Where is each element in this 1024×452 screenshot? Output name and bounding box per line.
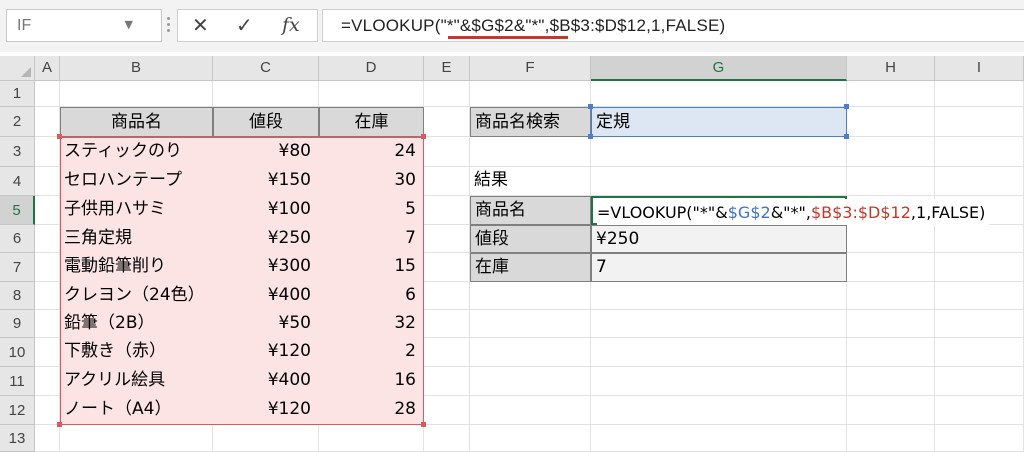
formula-text: =VLOOKUP("*"&$G$2&"*",$B$3:$D$12,1,FALSE… <box>341 16 725 36</box>
product-name-cell[interactable]: 電動鉛筆削り <box>60 253 213 282</box>
table-header-stock[interactable]: 在庫 <box>319 107 424 137</box>
editing-formula-text: =VLOOKUP("*"&$G$2&"*",$B$3:$D$12,1,FALSE… <box>597 199 990 226</box>
product-name-cell[interactable]: 鉛筆（2B） <box>60 310 213 338</box>
product-stock-cell[interactable]: 24 <box>319 137 424 167</box>
search-value-cell[interactable]: 定規 <box>591 107 847 137</box>
product-stock-cell[interactable]: 30 <box>319 167 424 196</box>
result-stock-value[interactable]: 7 <box>591 253 847 282</box>
column-header-i[interactable]: I <box>935 56 1024 81</box>
formula-part: =VLOOKUP( <box>341 16 441 35</box>
editing-formula-cell[interactable]: =VLOOKUP("*"&$G$2&"*",$B$3:$D$12,1,FALSE… <box>591 196 990 226</box>
worksheet-grid: ABCDEFGHI 1 2 3 4 5 6 7 8 9 10 11 12 13 商品名 値段 在庫 スティック… <box>0 56 1024 452</box>
row-header-8[interactable]: 8 <box>0 282 35 310</box>
product-price-cell[interactable]: ¥120 <box>213 338 319 367</box>
table-header-name[interactable]: 商品名 <box>60 107 213 137</box>
formula-part: ,$B$3:$D$12,1,FALSE) <box>544 16 726 35</box>
row-header-12[interactable]: 12 <box>0 396 35 425</box>
product-price-cell[interactable]: ¥100 <box>213 196 319 225</box>
result-price-value[interactable]: ¥250 <box>591 225 847 253</box>
product-price-cell[interactable]: ¥120 <box>213 396 319 425</box>
reference-resize-handle[interactable] <box>588 104 593 109</box>
formula-part: &$G$2& <box>459 16 526 35</box>
product-price-cell[interactable]: ¥150 <box>213 167 319 196</box>
product-stock-cell[interactable]: 28 <box>319 396 424 425</box>
search-label-cell[interactable]: 商品名検索 <box>470 107 591 137</box>
range-resize-handle[interactable] <box>57 134 62 139</box>
row-header-10[interactable]: 10 <box>0 338 35 367</box>
product-stock-cell[interactable]: 15 <box>319 253 424 282</box>
product-name-cell[interactable]: クレヨン（24色） <box>60 282 213 310</box>
column-header-b[interactable]: B <box>60 56 213 81</box>
formula-part: "*" <box>440 16 460 35</box>
row-header-7[interactable]: 7 <box>0 253 35 282</box>
product-name-cell[interactable]: アクリル絵具 <box>60 367 213 396</box>
column-header-a[interactable]: A <box>35 56 60 81</box>
product-price-cell[interactable]: ¥400 <box>213 282 319 310</box>
row-header-4[interactable]: 4 <box>0 167 35 196</box>
highlight-underline <box>448 36 568 39</box>
row-header-2[interactable]: 2 <box>0 107 35 137</box>
column-header-g[interactable]: G <box>591 56 847 81</box>
enter-icon[interactable]: ✓ <box>236 13 253 37</box>
row-header-1[interactable]: 1 <box>0 81 35 107</box>
range-resize-handle[interactable] <box>421 422 426 427</box>
formula-token: ,1,FALSE) <box>910 203 986 222</box>
formula-part: "*" <box>525 16 545 35</box>
row-header-3[interactable]: 3 <box>0 137 35 167</box>
product-name-cell[interactable]: ノート（A4） <box>60 396 213 425</box>
product-stock-cell[interactable]: 32 <box>319 310 424 338</box>
product-name-cell[interactable]: セロハンテープ <box>60 167 213 196</box>
formula-token: =VLOOKUP("*"& <box>597 203 728 222</box>
product-stock-cell[interactable]: 6 <box>319 282 424 310</box>
product-name-cell[interactable]: スティックのり <box>60 137 213 167</box>
formula-buttons: ✕ ✓ fx <box>177 9 318 42</box>
result-stock-label[interactable]: 在庫 <box>470 253 591 282</box>
column-header-d[interactable]: D <box>319 56 424 81</box>
reference-resize-handle[interactable] <box>844 134 849 139</box>
row-header-5[interactable]: 5 <box>0 196 35 225</box>
reference-resize-handle[interactable] <box>844 104 849 109</box>
reference-resize-handle[interactable] <box>588 134 593 139</box>
row-header-9[interactable]: 9 <box>0 310 35 338</box>
chevron-down-icon[interactable]: ▼ <box>125 18 133 31</box>
select-all-button[interactable] <box>0 56 35 81</box>
formula-input[interactable]: =VLOOKUP("*"&$G$2&"*",$B$3:$D$12,1,FALSE… <box>322 9 1024 42</box>
range-resize-handle[interactable] <box>421 134 426 139</box>
range-resize-handle[interactable] <box>57 422 62 427</box>
cancel-icon[interactable]: ✕ <box>192 13 209 37</box>
column-header-c[interactable]: C <box>213 56 319 81</box>
select-all-icon <box>21 67 31 77</box>
product-name-cell[interactable]: 下敷き（赤） <box>60 338 213 367</box>
result-price-label[interactable]: 値段 <box>470 225 591 253</box>
row-header-6[interactable]: 6 <box>0 225 35 253</box>
product-price-cell[interactable]: ¥400 <box>213 367 319 396</box>
formula-bar: IF ▼ ✕ ✓ fx =VLOOKUP("*"&$G$2&"*",$B$3:$… <box>0 0 1024 52</box>
product-stock-cell[interactable]: 16 <box>319 367 424 396</box>
result-title[interactable]: 結果 <box>470 167 591 196</box>
product-price-cell[interactable]: ¥250 <box>213 225 319 253</box>
product-price-cell[interactable]: ¥50 <box>213 310 319 338</box>
product-stock-cell[interactable]: 7 <box>319 225 424 253</box>
column-header-e[interactable]: E <box>424 56 470 81</box>
drag-handle-icon[interactable] <box>166 17 172 35</box>
table-header-price[interactable]: 値段 <box>213 107 319 137</box>
row-header-13[interactable]: 13 <box>0 425 35 452</box>
product-price-cell[interactable]: ¥300 <box>213 253 319 282</box>
column-header-f[interactable]: F <box>470 56 591 81</box>
column-header-h[interactable]: H <box>847 56 935 81</box>
product-name-cell[interactable]: 子供用ハサミ <box>60 196 213 225</box>
product-stock-cell[interactable]: 5 <box>319 196 424 225</box>
product-stock-cell[interactable]: 2 <box>319 338 424 367</box>
formula-token: $G$2 <box>727 203 771 222</box>
formula-token: &"*", <box>770 203 811 222</box>
name-box[interactable]: IF ▼ <box>6 9 162 42</box>
product-price-cell[interactable]: ¥80 <box>213 137 319 167</box>
product-name-cell[interactable]: 三角定規 <box>60 225 213 253</box>
row-header-11[interactable]: 11 <box>0 367 35 396</box>
name-box-value: IF <box>17 17 32 34</box>
result-name-label[interactable]: 商品名 <box>470 196 591 225</box>
formula-token: $B$3:$D$12 <box>810 203 911 222</box>
insert-function-icon[interactable]: fx <box>282 13 300 37</box>
